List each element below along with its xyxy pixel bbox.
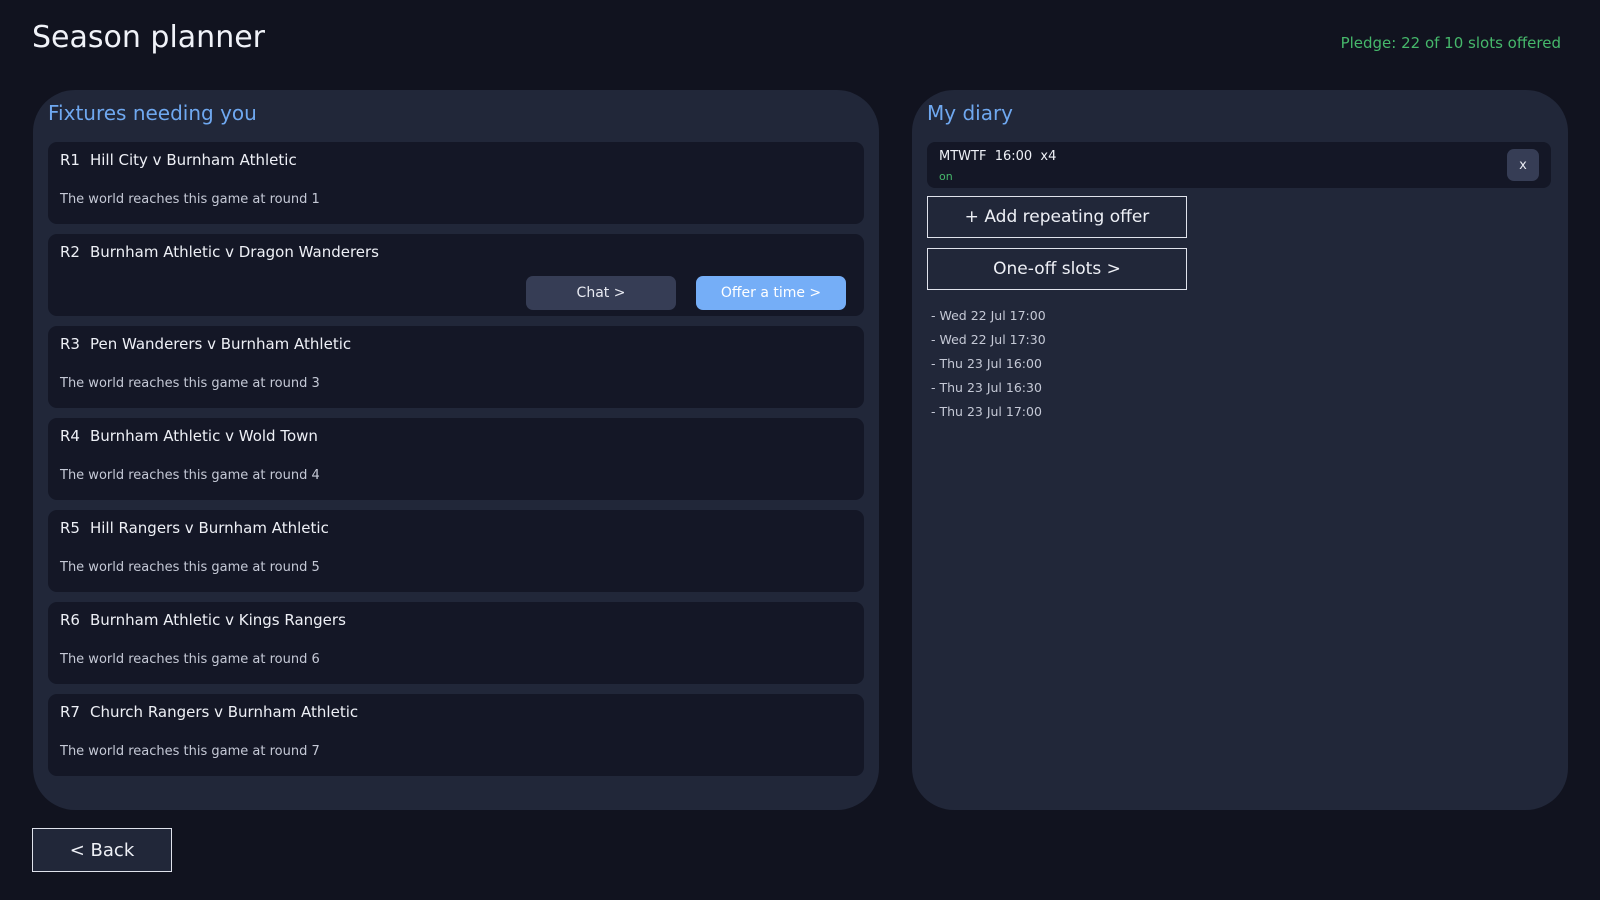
fixture-round: R1 [60, 151, 80, 169]
offer-time-button[interactable]: Offer a time > [696, 276, 846, 310]
fixture-title: R3 Pen Wanderers v Burnham Athletic [60, 335, 351, 353]
fixture-match: Church Rangers v Burnham Athletic [89, 703, 359, 721]
fixture-match: Burnham Athletic v Dragon Wanderers [89, 243, 379, 261]
fixture-match: Hill City v Burnham Athletic [89, 151, 297, 169]
repeating-offer-status: on [939, 170, 953, 183]
repeating-offer-text: MTWTF 16:00 x4 [939, 149, 1057, 164]
fixture-title: R2 Burnham Athletic v Dragon Wanderers [60, 243, 379, 261]
fixture-title: R1 Hill City v Burnham Athletic [60, 151, 297, 169]
fixture-card-r1: R1 Hill City v Burnham Athletic The world… [48, 142, 864, 224]
fixture-note: The world reaches this game at round 3 [60, 376, 320, 391]
fixture-match: Hill Rangers v Burnham Athletic [89, 519, 329, 537]
pledge-status: Pledge: 22 of 10 slots offered [1340, 34, 1561, 52]
fixture-list: R1 Hill City v Burnham Athletic The world… [48, 142, 864, 786]
slot-item: - Wed 22 Jul 17:00 [931, 308, 1046, 323]
repeating-offer-card: MTWTF 16:00 x4 on x [927, 142, 1551, 188]
fixture-card-r3: R3 Pen Wanderers v Burnham Athletic The w… [48, 326, 864, 408]
fixture-card-r2: R2 Burnham Athletic v Dragon Wanderers Ch… [48, 234, 864, 316]
slot-item: - Thu 23 Jul 17:00 [931, 404, 1042, 419]
fixture-round: R4 [60, 427, 80, 445]
fixture-note: The world reaches this game at round 1 [60, 192, 320, 207]
fixture-match: Burnham Athletic v Kings Rangers [89, 611, 346, 629]
one-off-slots-button[interactable]: One-off slots > [927, 248, 1187, 290]
back-button[interactable]: < Back [32, 828, 172, 872]
season-planner-page: Season planner Pledge: 22 of 10 slots of… [0, 0, 1600, 900]
fixture-title: R4 Burnham Athletic v Wold Town [60, 427, 318, 445]
fixture-round: R6 [60, 611, 80, 629]
slot-item: - Thu 23 Jul 16:30 [931, 380, 1042, 395]
slot-item: - Thu 23 Jul 16:00 [931, 356, 1042, 371]
fixture-note: The world reaches this game at round 4 [60, 468, 320, 483]
fixture-note: The world reaches this game at round 5 [60, 560, 320, 575]
fixtures-panel: Fixtures needing you R1 Hill City v Burnh… [33, 90, 879, 810]
fixture-card-r6: R6 Burnham Athletic v Kings Rangers The w… [48, 602, 864, 684]
fixture-note: The world reaches this game at round 6 [60, 652, 320, 667]
fixture-match: Burnham Athletic v Wold Town [89, 427, 318, 445]
fixture-card-r4: R4 Burnham Athletic v Wold Town The world… [48, 418, 864, 500]
fixture-title: R5 Hill Rangers v Burnham Athletic [60, 519, 329, 537]
remove-offer-button[interactable]: x [1507, 149, 1539, 181]
page-title: Season planner [32, 20, 265, 55]
fixture-round: R2 [60, 243, 80, 261]
chat-button[interactable]: Chat > [526, 276, 676, 310]
slot-item: - Wed 22 Jul 17:30 [931, 332, 1046, 347]
fixtures-heading: Fixtures needing you [48, 101, 257, 125]
fixture-card-r7: R7 Church Rangers v Burnham Athletic The … [48, 694, 864, 776]
fixture-match: Pen Wanderers v Burnham Athletic [89, 335, 352, 353]
diary-panel: My diary MTWTF 16:00 x4 on x + Add repea… [912, 90, 1568, 810]
slot-list: - Wed 22 Jul 17:00 - Wed 22 Jul 17:30 - … [931, 307, 1046, 427]
fixture-note: The world reaches this game at round 7 [60, 744, 320, 759]
fixture-round: R3 [60, 335, 80, 353]
fixture-round: R5 [60, 519, 80, 537]
fixture-round: R7 [60, 703, 80, 721]
add-repeating-offer-button[interactable]: + Add repeating offer [927, 196, 1187, 238]
fixture-title: R7 Church Rangers v Burnham Athletic [60, 703, 358, 721]
fixture-card-r5: R5 Hill Rangers v Burnham Athletic The wo… [48, 510, 864, 592]
diary-heading: My diary [927, 101, 1014, 125]
fixture-title: R6 Burnham Athletic v Kings Rangers [60, 611, 346, 629]
